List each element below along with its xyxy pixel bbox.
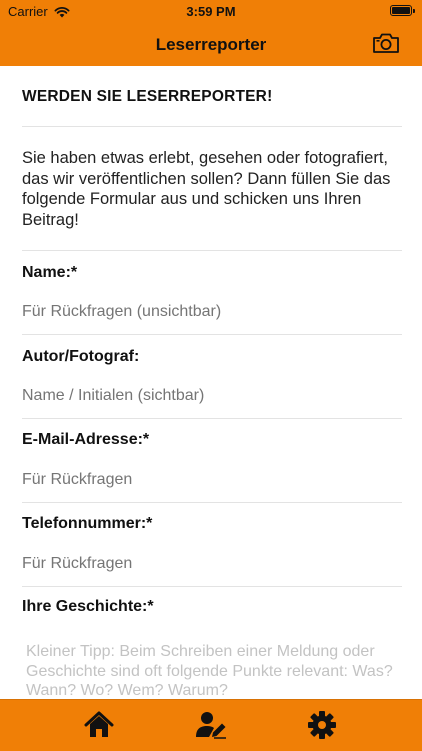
battery-icon bbox=[390, 5, 415, 16]
user-edit-icon[interactable] bbox=[195, 710, 227, 740]
name-input[interactable] bbox=[22, 303, 402, 321]
gear-icon[interactable] bbox=[306, 710, 338, 740]
nav-bar: Leserreporter bbox=[0, 24, 422, 66]
story-textarea[interactable]: Kleiner Tipp: Beim Schreiben einer Meldu… bbox=[26, 642, 396, 701]
phone-input[interactable] bbox=[22, 555, 402, 573]
intro-text: Sie haben etwas erlebt, gesehen oder fot… bbox=[22, 149, 391, 229]
email-input[interactable] bbox=[22, 471, 402, 489]
divider bbox=[22, 418, 402, 419]
phone-label: Telefonnummer:* bbox=[22, 515, 153, 532]
tab-bar bbox=[0, 699, 422, 751]
divider bbox=[22, 126, 402, 127]
name-label: Name:* bbox=[22, 264, 78, 281]
divider bbox=[22, 334, 402, 335]
status-bar: Carrier 3:59 PM bbox=[0, 0, 422, 24]
divider bbox=[22, 250, 402, 251]
form-heading: WERDEN SIE LESERREPORTER! bbox=[22, 88, 273, 105]
divider bbox=[22, 586, 402, 587]
camera-icon[interactable] bbox=[372, 31, 400, 55]
author-label: Autor/Fotograf: bbox=[22, 348, 140, 365]
author-input[interactable] bbox=[22, 387, 402, 405]
email-label: E-Mail-Adresse:* bbox=[22, 431, 150, 448]
story-label: Ihre Geschichte:* bbox=[22, 598, 154, 615]
divider bbox=[22, 502, 402, 503]
page-title: Leserreporter bbox=[155, 35, 267, 54]
status-time: 3:59 PM bbox=[186, 4, 236, 19]
home-icon[interactable] bbox=[83, 710, 115, 740]
